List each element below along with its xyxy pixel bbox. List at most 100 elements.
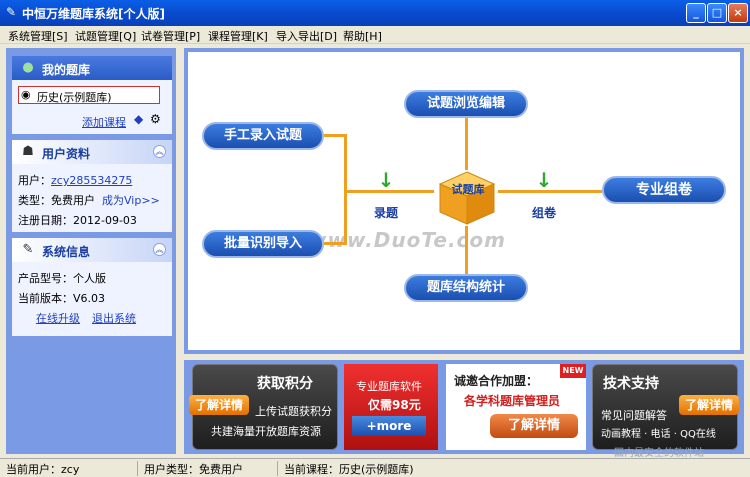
browse-edit-button[interactable]: 试题浏览编辑 <box>404 90 528 118</box>
partner-card[interactable]: 诚邀合作加盟： 各学科题库管理员 了解详情 NEW <box>446 364 586 450</box>
type-label: 类型： <box>18 194 51 207</box>
library-box-icon <box>438 171 496 225</box>
promo-banner: 获取积分 了解详情 上传试题获积分 共建海量开放题库资源 专业题库软件 仅需98… <box>184 360 744 454</box>
course-selector[interactable]: ◉ 历史(示例题库) <box>18 86 160 104</box>
support-title: 技术支持 <box>603 376 659 392</box>
diamond-icon[interactable]: ◆ <box>134 112 143 126</box>
batch-import-button[interactable]: 批量识别导入 <box>202 230 324 258</box>
software-price: 仅需98元 <box>368 398 421 412</box>
software-line1: 专业题库软件 <box>356 380 422 393</box>
partner-title: 诚邀合作加盟： <box>454 374 539 388</box>
menu-system[interactable]: 系统管理[S] <box>8 28 68 44</box>
title-bar: ✎ 中恒万维题库系统[个人版] _ □ × <box>0 0 750 26</box>
become-vip-link[interactable]: 成为Vip>> <box>102 192 160 208</box>
new-tag: NEW <box>560 364 586 378</box>
product-label: 产品型号： <box>18 272 73 285</box>
status-course-label: 当前课程： <box>284 463 339 476</box>
pro-compose-button[interactable]: 专业组卷 <box>602 176 726 204</box>
exit-system-link[interactable]: 退出系统 <box>92 310 136 326</box>
panel-header-user-info: ☗ 用户资料 ︽ <box>12 140 172 164</box>
status-user-type: 用户类型：免费用户 <box>140 461 278 476</box>
support-card[interactable]: 技术支持 了解详情 常见问题解答 动画教程 · 电话 · QQ在线 <box>592 364 739 450</box>
points-detail-badge[interactable]: 了解详情 <box>189 395 249 415</box>
status-current-user: 当前用户：zcy <box>2 461 138 476</box>
points-line1: 上传试题获积分 <box>255 405 332 418</box>
main-area: www.DuoTe.com 手工录入试题 批量识别导入 试题浏览编辑 题库结构统… <box>184 48 744 354</box>
watermark-text: www.DuoTe.com <box>308 228 506 252</box>
connector <box>465 116 468 170</box>
maximize-button[interactable]: □ <box>707 3 727 23</box>
globe-icon: ● <box>22 60 34 75</box>
structure-stats-button[interactable]: 题库结构统计 <box>404 274 528 302</box>
menu-help[interactable]: 帮助[H] <box>343 28 382 44</box>
user-label: 用户： <box>18 174 51 187</box>
panel-header-my-library: ● 我的题库 <box>12 56 172 80</box>
menu-papers[interactable]: 试卷管理[P] <box>141 28 200 44</box>
version-label: 当前版本： <box>18 292 73 305</box>
green-arrow-icon: ↓ <box>377 168 395 192</box>
course-label: 历史(示例题库) <box>37 91 112 104</box>
product-value: 个人版 <box>73 272 106 285</box>
type-row: 类型：免费用户 <box>18 192 95 208</box>
support-line1: 常见问题解答 <box>601 409 667 422</box>
version-value: V6.03 <box>73 292 106 305</box>
panel-title: 用户资料 <box>42 147 91 161</box>
register-date-row: 注册日期：2012-09-03 <box>18 212 137 228</box>
panel-system-info: ✎ 系统信息 ︽ 产品型号：个人版 当前版本：V6.03 在线升级 退出系统 <box>12 238 172 336</box>
points-title: 获取积分 <box>257 376 313 392</box>
support-detail-badge[interactable]: 了解详情 <box>679 395 739 415</box>
support-line2: 动画教程 · 电话 · QQ在线 <box>601 429 716 440</box>
partner-subtitle: 各学科题库管理员 <box>464 394 561 408</box>
connector <box>465 226 468 274</box>
user-row: 用户：zcy285534275 <box>18 172 132 188</box>
user-card-icon: ☗ <box>22 144 34 159</box>
info-pen-icon: ✎ <box>22 242 34 257</box>
menu-import-export[interactable]: 导入导出[D] <box>276 28 337 44</box>
status-type-label: 用户类型： <box>144 463 199 476</box>
manual-entry-button[interactable]: 手工录入试题 <box>202 122 324 150</box>
tool-icon[interactable]: ⚙ <box>150 112 161 126</box>
app-icon: ✎ <box>5 5 17 19</box>
status-type-value: 免费用户 <box>199 463 243 476</box>
close-button[interactable]: × <box>728 3 748 23</box>
panel-user-info: ☗ 用户资料 ︽ 用户：zcy285534275 类型：免费用户 成为Vip>>… <box>12 140 172 232</box>
connector <box>324 134 346 137</box>
sidebar: ● 我的题库 ◉ 历史(示例题库) 添加课程 ◆ ⚙ ☗ 用户资料 ︽ 用户：z… <box>6 48 176 454</box>
library-label: 试题库 <box>451 183 485 196</box>
online-upgrade-link[interactable]: 在线升级 <box>36 310 80 326</box>
panel-header-system-info: ✎ 系统信息 ︽ <box>12 238 172 262</box>
status-user-value: zcy <box>61 463 80 476</box>
collapse-icon[interactable]: ︽ <box>153 145 166 158</box>
collapse-icon[interactable]: ︽ <box>153 243 166 256</box>
panel-title: 系统信息 <box>42 245 91 259</box>
menu-courses[interactable]: 课程管理[K] <box>208 28 268 44</box>
partner-detail-button[interactable]: 了解详情 <box>490 414 578 438</box>
type-value: 免费用户 <box>51 194 95 207</box>
minimize-button[interactable]: _ <box>686 3 706 23</box>
product-row: 产品型号：个人版 <box>18 270 106 286</box>
status-course-value: 历史(示例题库) <box>339 463 414 476</box>
connector <box>324 242 346 245</box>
date-value: 2012-09-03 <box>73 214 137 227</box>
menu-questions[interactable]: 试题管理[Q] <box>75 28 136 44</box>
more-button[interactable]: +more <box>352 416 426 436</box>
points-line2: 共建海量开放题库资源 <box>211 425 321 438</box>
disc-icon: ◉ <box>21 88 31 101</box>
site-watermark: 国内最安全的软件站 <box>614 448 704 459</box>
status-bar: 当前用户：zcy 用户类型：免费用户 当前课程：历史(示例题库) <box>0 458 750 477</box>
date-label: 注册日期： <box>18 214 73 227</box>
compose-step-label: 组卷 <box>532 206 557 220</box>
workflow-diagram: www.DuoTe.com 手工录入试题 批量识别导入 试题浏览编辑 题库结构统… <box>188 52 740 350</box>
green-arrow-icon: ↓ <box>535 168 553 192</box>
window-title: 中恒万维题库系统[个人版] <box>22 7 165 21</box>
panel-title: 我的题库 <box>42 63 91 77</box>
panel-my-library: ● 我的题库 ◉ 历史(示例题库) 添加课程 ◆ ⚙ <box>12 56 172 134</box>
user-id-link[interactable]: zcy285534275 <box>51 174 132 187</box>
status-user-label: 当前用户： <box>6 463 61 476</box>
menu-bar: 系统管理[S] 试题管理[Q] 试卷管理[P] 课程管理[K] 导入导出[D] … <box>0 26 750 44</box>
software-card[interactable]: 专业题库软件 仅需98元 +more <box>344 364 438 450</box>
entry-step-label: 录题 <box>374 206 399 220</box>
add-course-link[interactable]: 添加课程 <box>82 114 126 130</box>
status-current-course: 当前课程：历史(示例题库) <box>280 461 480 476</box>
points-card[interactable]: 获取积分 了解详情 上传试题获积分 共建海量开放题库资源 <box>189 364 338 450</box>
